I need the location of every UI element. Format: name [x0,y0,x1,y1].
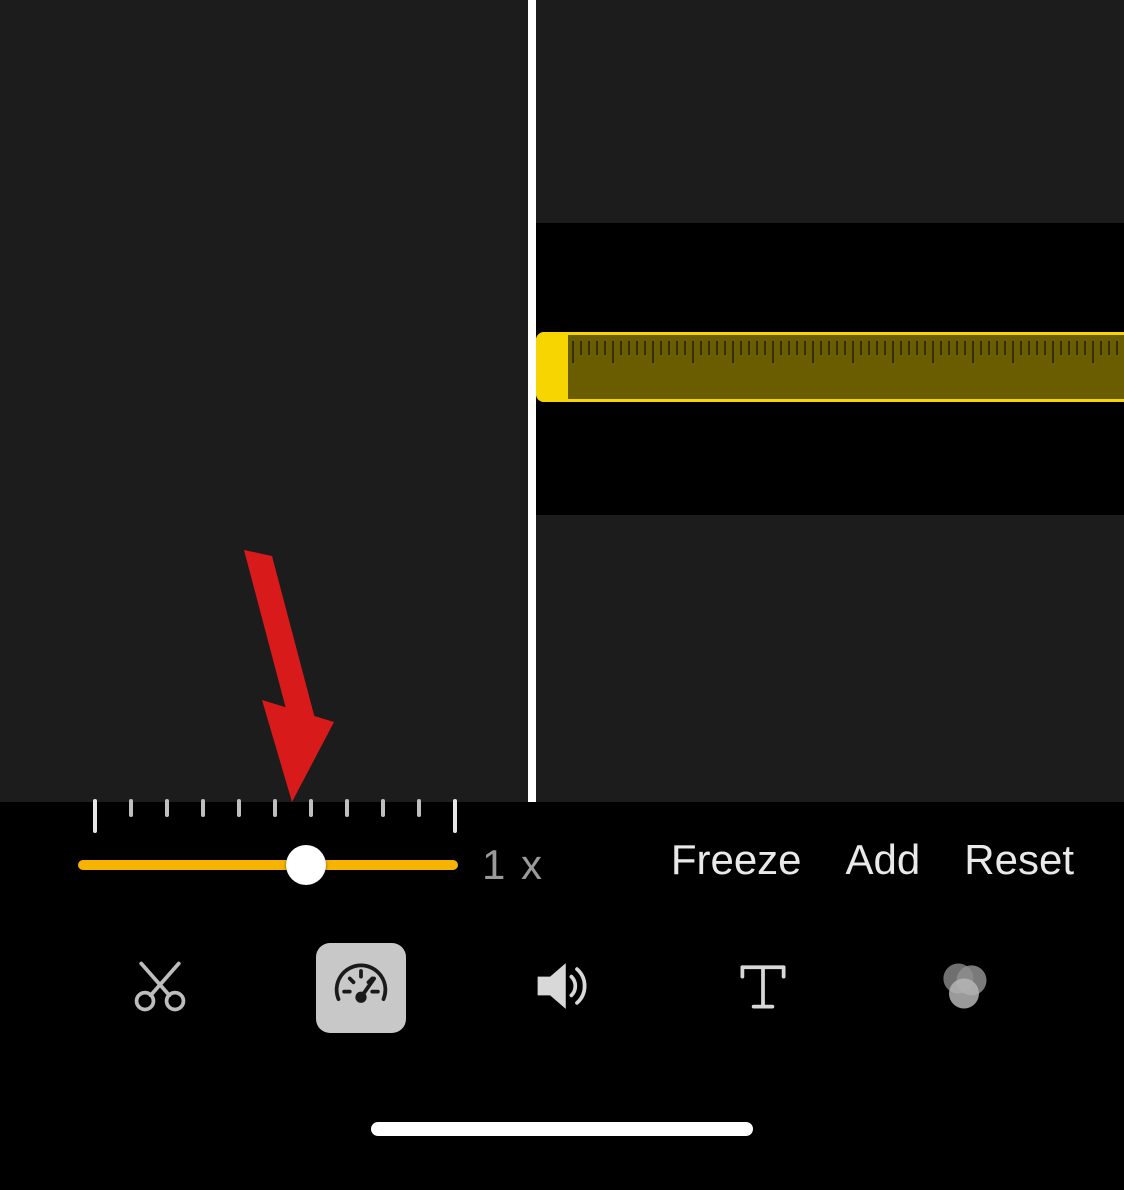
speed-slider-row: 1 x [78,846,544,884]
filters-icon [934,956,994,1021]
freeze-button[interactable]: Freeze [671,836,802,884]
ruler-tick [381,799,385,817]
ruler-tick [453,799,457,833]
speed-tool[interactable] [316,943,406,1033]
titles-tool[interactable] [718,943,808,1033]
speed-value-label: 1 x [482,841,544,889]
timeline-clip-body[interactable] [568,332,1124,402]
ruler-tick [93,799,97,833]
preview-right-panel [536,0,1124,802]
add-button[interactable]: Add [846,836,921,884]
scissors-icon [130,956,190,1021]
speed-ruler[interactable] [93,799,453,833]
ruler-tick [417,799,421,817]
reset-button[interactable]: Reset [964,836,1074,884]
speedometer-icon [331,956,391,1021]
speed-slider-thumb[interactable] [286,845,326,885]
timeline-clip-handle[interactable] [536,332,568,402]
ruler-tick [201,799,205,817]
speed-slider[interactable] [78,860,458,870]
ruler-tick [273,799,277,817]
ruler-tick [165,799,169,817]
text-icon [733,956,793,1021]
filters-tool[interactable] [919,943,1009,1033]
annotation-arrow [232,550,342,810]
bottom-controls: 1 x Freeze Add Reset [0,802,1124,1190]
volume-tool[interactable] [517,943,607,1033]
home-indicator[interactable] [371,1122,753,1136]
ruler-tick [237,799,241,817]
ruler-tick [345,799,349,817]
timeline-clip[interactable] [536,332,1124,402]
speed-action-buttons: Freeze Add Reset [671,836,1074,884]
preview-area [0,0,1124,802]
speaker-icon [532,956,592,1021]
trim-tool[interactable] [115,943,205,1033]
editor-toolbar [0,928,1124,1048]
panel-divider [528,0,536,802]
ruler-tick [309,799,313,817]
ruler-tick [129,799,133,817]
